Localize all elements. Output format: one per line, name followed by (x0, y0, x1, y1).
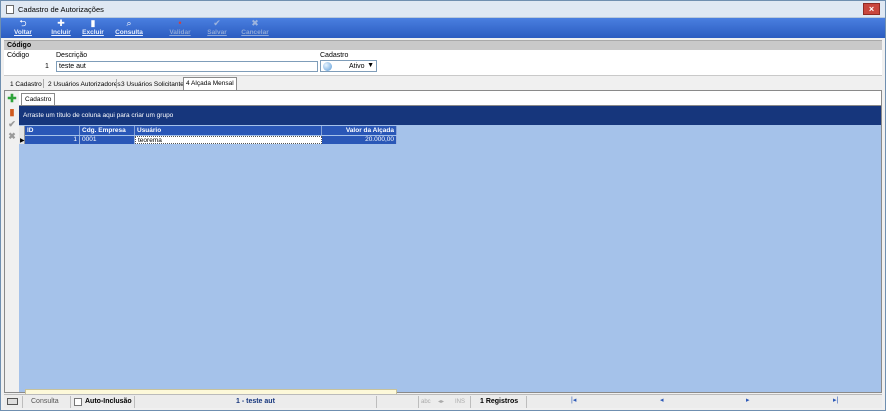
current-record: 1 - teste aut (236, 398, 275, 405)
row-pointer-icon: ▶ (20, 138, 25, 144)
globe-icon (323, 62, 332, 71)
grid-header: ID Cdg. Empresa Usuário Valor da Alçada (25, 126, 397, 135)
cell-id[interactable]: 1 (25, 136, 80, 144)
voltar-button[interactable]: ⮌ Voltar (9, 18, 37, 38)
abc-indicator: abc (421, 399, 431, 405)
tab-usuarios-autorizadores[interactable]: 2 Usuários Autorizadores (45, 78, 124, 90)
close-button[interactable]: × (863, 3, 880, 15)
data-grid: Arraste um título de coluna aqui para cr… (19, 106, 881, 404)
incluir-button[interactable]: ✚ Incluir (47, 18, 75, 38)
arrows-indicator-icon: ◂▸ (438, 399, 445, 405)
status-separator (134, 396, 135, 408)
excluir-button[interactable]: ▮ Excluir (79, 18, 107, 38)
cadastro-value: Ativo (349, 63, 365, 70)
column-header-usuario[interactable]: Usuário (135, 126, 322, 135)
confirm-row-icon[interactable]: ✔ (7, 119, 17, 129)
plus-icon: ✚ (57, 18, 65, 28)
section-header: Código (4, 40, 882, 50)
tab-alcada-mensal[interactable]: 4 Alçada Mensal (183, 77, 237, 90)
codigo-label: Código (7, 52, 30, 59)
validar-button[interactable]: • Validar (165, 18, 195, 38)
cell-usuario[interactable]: teorema (135, 136, 322, 144)
previous-record-icon[interactable]: ◂ (660, 396, 664, 404)
validate-icon: • (178, 18, 182, 28)
search-icon: ⌕ (126, 18, 132, 28)
ins-indicator: INS (455, 399, 466, 405)
tab-content: ✚ ▮ ✔ ✖ Cadastro Arraste um título de co… (4, 90, 882, 404)
descricao-input[interactable]: teste aut (56, 61, 318, 72)
tab-separator (43, 79, 44, 88)
window-title: Cadastro de Autorizações (18, 5, 104, 14)
cancel-row-icon[interactable]: ✖ (7, 131, 17, 141)
main-window: Cadastro de Autorizações × ⮌ Voltar ✚ In… (0, 0, 886, 411)
cancelar-button[interactable]: ✖ Cancelar (239, 18, 271, 38)
consulta-button[interactable]: ⌕ Consulta (112, 18, 146, 38)
subtab-cadastro[interactable]: Cadastro (21, 93, 56, 105)
status-separator (418, 396, 419, 408)
column-header-empresa[interactable]: Cdg. Empresa (80, 126, 135, 135)
last-record-icon[interactable]: ▸| (833, 396, 838, 404)
undo-icon: ⮌ (19, 18, 27, 28)
status-separator (70, 396, 71, 408)
auto-inclusao-label: Auto-Inclusão (85, 398, 132, 405)
column-header-valor[interactable]: Valor da Alçada (322, 126, 397, 135)
side-toolbar: ✚ ▮ ✔ ✖ (5, 91, 19, 392)
cell-valor[interactable]: 20.000,00 (322, 136, 397, 144)
table-row[interactable]: 1 0001 teorema 20.000,00 (25, 136, 397, 144)
group-by-bar[interactable]: Arraste um título de coluna aqui para cr… (19, 106, 881, 125)
status-separator (376, 396, 377, 408)
status-separator (470, 396, 471, 408)
cancel-icon: ✖ (251, 18, 259, 28)
descricao-label: Descrição (56, 52, 88, 59)
column-header-id[interactable]: ID (25, 126, 80, 135)
salvar-button[interactable]: ✔ Salvar (203, 18, 231, 38)
add-row-icon[interactable]: ✚ (7, 94, 17, 105)
tab-usuarios-solicitantes[interactable]: 3 Usuários Solicitantes (118, 78, 190, 90)
cell-empresa[interactable]: 0001 (80, 136, 135, 144)
mode-status: Consulta (31, 398, 59, 405)
record-count: 1 Registros (480, 398, 519, 405)
chevron-down-icon: ▼ (367, 62, 374, 69)
auto-inclusao-checkbox[interactable] (74, 398, 82, 406)
status-bar: Consulta Auto-Inclusão 1 - teste aut abc… (4, 394, 882, 408)
tab-separator (116, 79, 117, 88)
delete-row-icon[interactable]: ▮ (7, 107, 17, 117)
status-separator (22, 396, 23, 408)
next-record-icon[interactable]: ▸ (746, 396, 750, 404)
keyboard-icon (7, 398, 18, 405)
title-bar: Cadastro de Autorizações × (1, 1, 885, 18)
app-icon (6, 5, 14, 14)
cadastro-label: Cadastro (320, 52, 349, 59)
trash-icon: ▮ (90, 18, 96, 28)
status-separator (526, 396, 527, 408)
toolbar: ⮌ Voltar ✚ Incluir ▮ Excluir ⌕ Consulta … (1, 18, 885, 38)
cadastro-select[interactable]: Ativo ▼ (320, 60, 377, 72)
tab-cadastro[interactable]: 1 Cadastro (7, 78, 45, 90)
first-record-icon[interactable]: |◂ (571, 396, 576, 404)
check-icon: ✔ (213, 18, 221, 28)
codigo-value: 1 (45, 63, 49, 70)
form-fields: Código 1 Descrição teste aut Cadastro At… (4, 50, 882, 76)
